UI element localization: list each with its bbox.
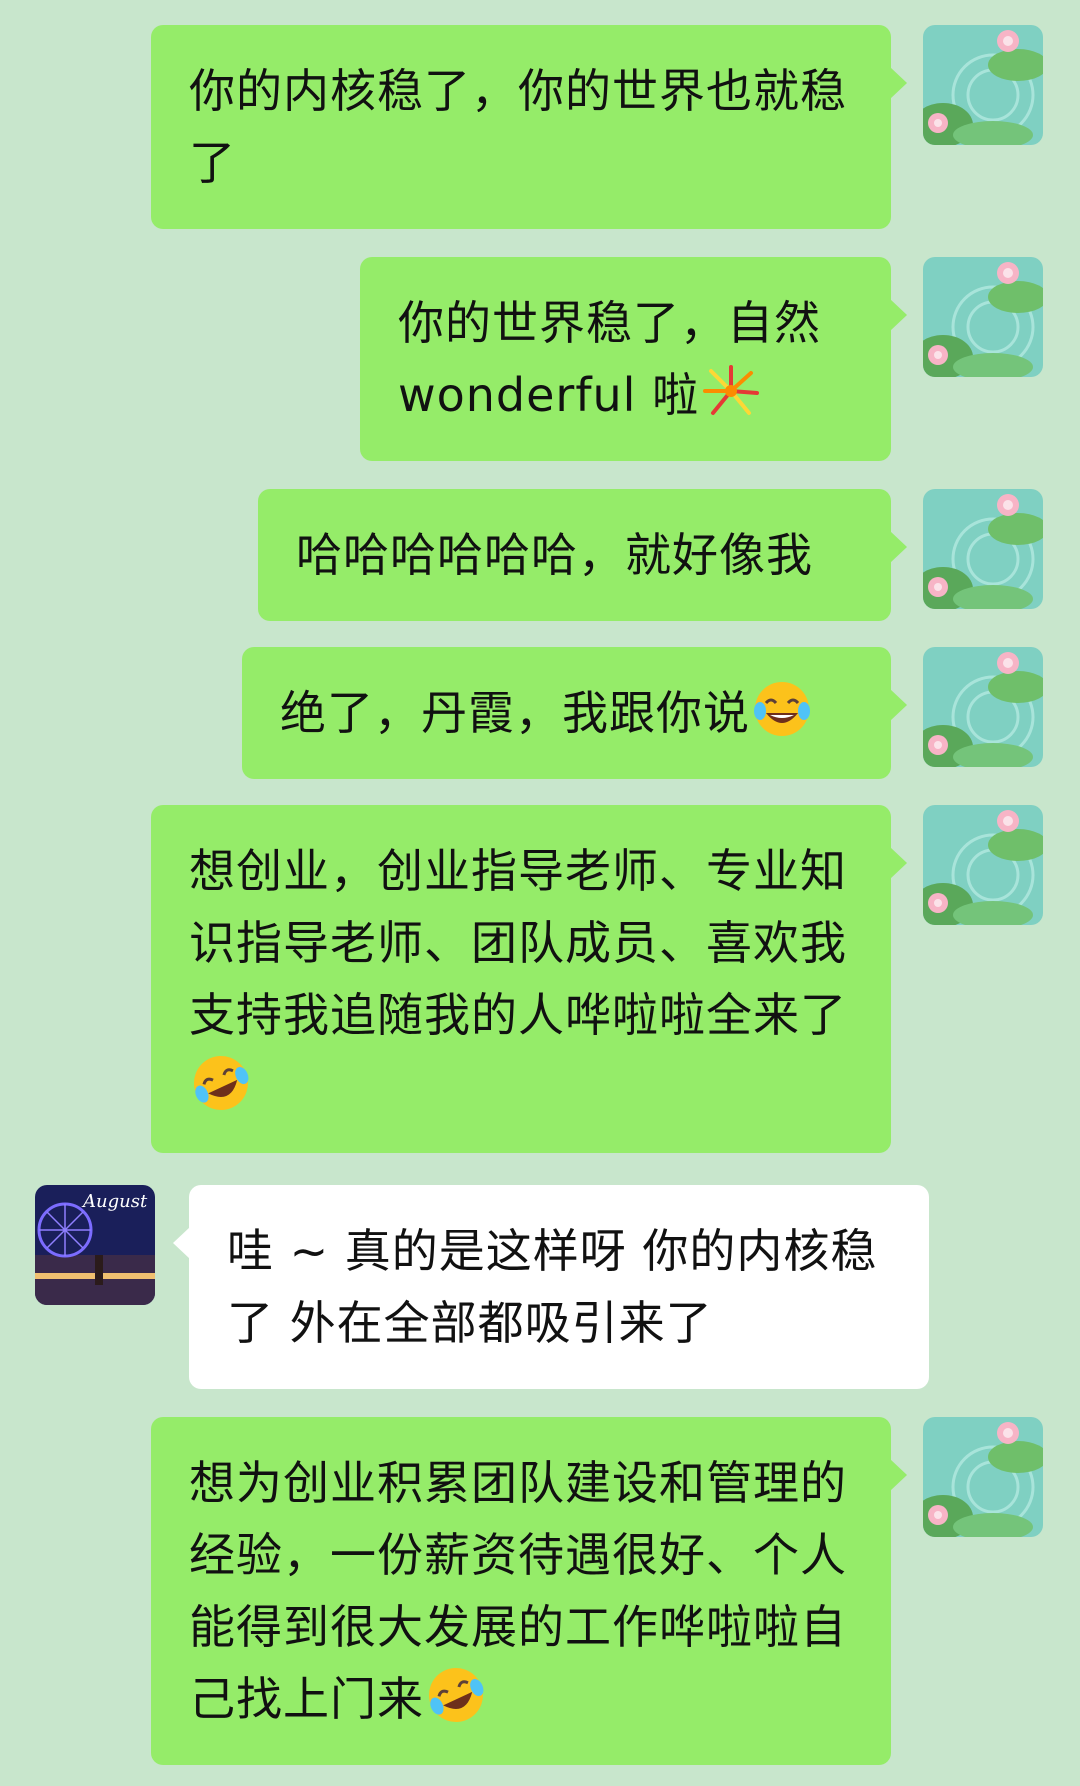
message-text: 哇 ~ 真的是这样呀 你的内核稳了 外在全部都吸引来了: [227, 1224, 878, 1350]
message-text: 你的内核稳了，你的世界也就稳了: [189, 64, 847, 190]
message-text: 想为创业积累团队建设和管理的经验，一份薪资待遇很好、个人能得到很大发展的工作哗啦…: [189, 1456, 847, 1726]
my-avatar[interactable]: [923, 1417, 1043, 1537]
ferris-wheel-avatar-icon: August: [35, 1185, 155, 1305]
my-avatar[interactable]: [923, 257, 1043, 377]
fireworks-emoji-icon: [701, 361, 761, 421]
my-avatar[interactable]: [923, 805, 1043, 925]
rolling-laughing-emoji-icon: [191, 1053, 251, 1113]
message-bubble[interactable]: 哇 ~ 真的是这样呀 你的内核稳了 外在全部都吸引来了: [173, 1185, 929, 1389]
message-text: 想创业，创业指导老师、专业知识指导老师、团队成员、喜欢我支持我追随我的人哗啦啦全…: [189, 844, 847, 1042]
my-avatar[interactable]: [923, 647, 1043, 767]
message-bubble[interactable]: 你的世界稳了，自然wonderful 啦: [360, 257, 907, 461]
message-bubble[interactable]: 绝了，丹霞，我跟你说: [242, 647, 907, 779]
message-bubble[interactable]: 你的内核稳了，你的世界也就稳了: [151, 25, 907, 229]
tears-of-joy-emoji-icon: [752, 679, 812, 739]
message-bubble[interactable]: 哈哈哈哈哈哈，就好像我: [258, 489, 907, 621]
rolling-laughing-emoji-icon: [426, 1665, 486, 1725]
my-avatar[interactable]: [923, 489, 1043, 609]
my-avatar[interactable]: [923, 25, 1043, 145]
lotus-pond-avatar-icon: [923, 257, 1043, 377]
message-text: 哈哈哈哈哈哈，就好像我: [296, 528, 813, 582]
lotus-pond-avatar-icon: [923, 805, 1043, 925]
lotus-pond-avatar-icon: [923, 647, 1043, 767]
message-text: 绝了，丹霞，我跟你说: [280, 686, 750, 740]
message-bubble[interactable]: 想为创业积累团队建设和管理的经验，一份薪资待遇很好、个人能得到很大发展的工作哗啦…: [151, 1417, 907, 1765]
contact-avatar[interactable]: August: [35, 1185, 155, 1305]
avatar-caption: August: [81, 1191, 148, 1212]
message-bubble[interactable]: 想创业，创业指导老师、专业知识指导老师、团队成员、喜欢我支持我追随我的人哗啦啦全…: [151, 805, 907, 1153]
lotus-pond-avatar-icon: [923, 25, 1043, 145]
lotus-pond-avatar-icon: [923, 1417, 1043, 1537]
lotus-pond-avatar-icon: [923, 489, 1043, 609]
